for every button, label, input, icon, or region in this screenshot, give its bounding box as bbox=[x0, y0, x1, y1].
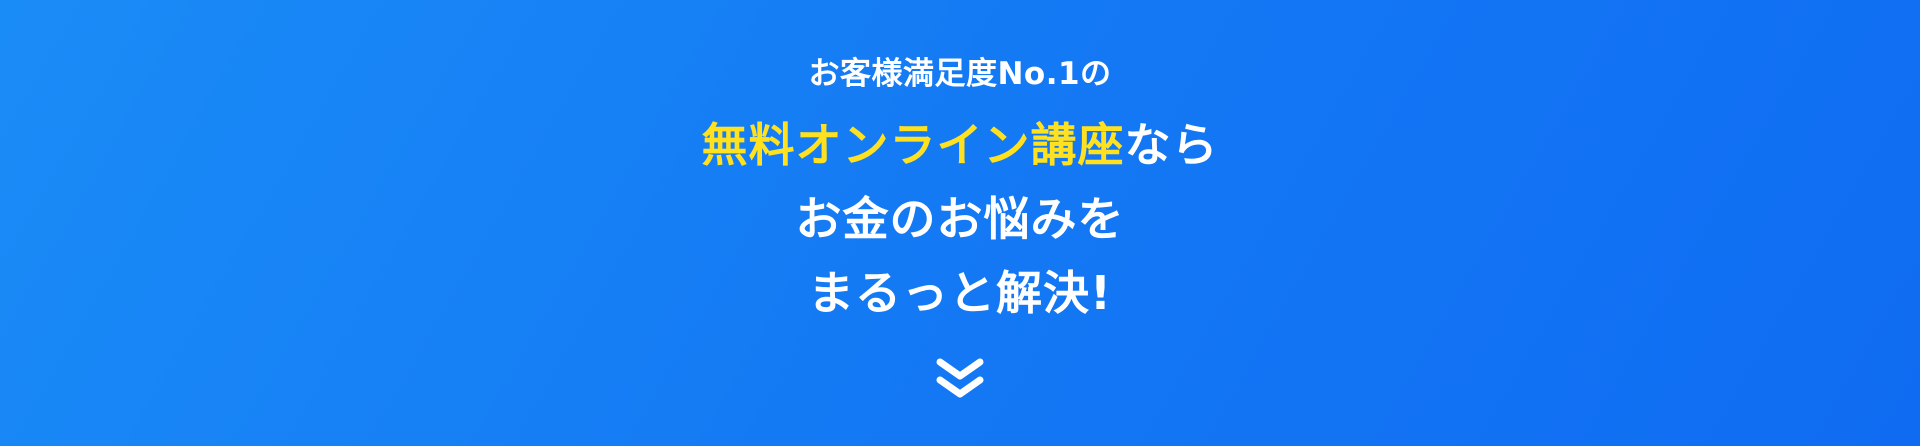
headline-highlight: 無料オンライン講座 bbox=[701, 118, 1125, 172]
headline-line-3: まるっと解決! bbox=[808, 266, 1112, 320]
hero-banner: お客様満足度No.1の 無料オンライン講座なら お金のお悩みを まるっと解決! bbox=[0, 0, 1920, 446]
hero-kicker: お客様満足度No.1の bbox=[808, 56, 1112, 92]
headline-line-1-rest: なら bbox=[1124, 118, 1219, 172]
hero-headline: 無料オンライン講座なら お金のお悩みを まるっと解決! bbox=[702, 108, 1219, 330]
headline-line-1: 無料オンライン講座なら bbox=[702, 108, 1219, 182]
double-chevron-down-icon[interactable] bbox=[932, 354, 988, 402]
headline-line-2: お金のお悩みを bbox=[795, 192, 1125, 246]
